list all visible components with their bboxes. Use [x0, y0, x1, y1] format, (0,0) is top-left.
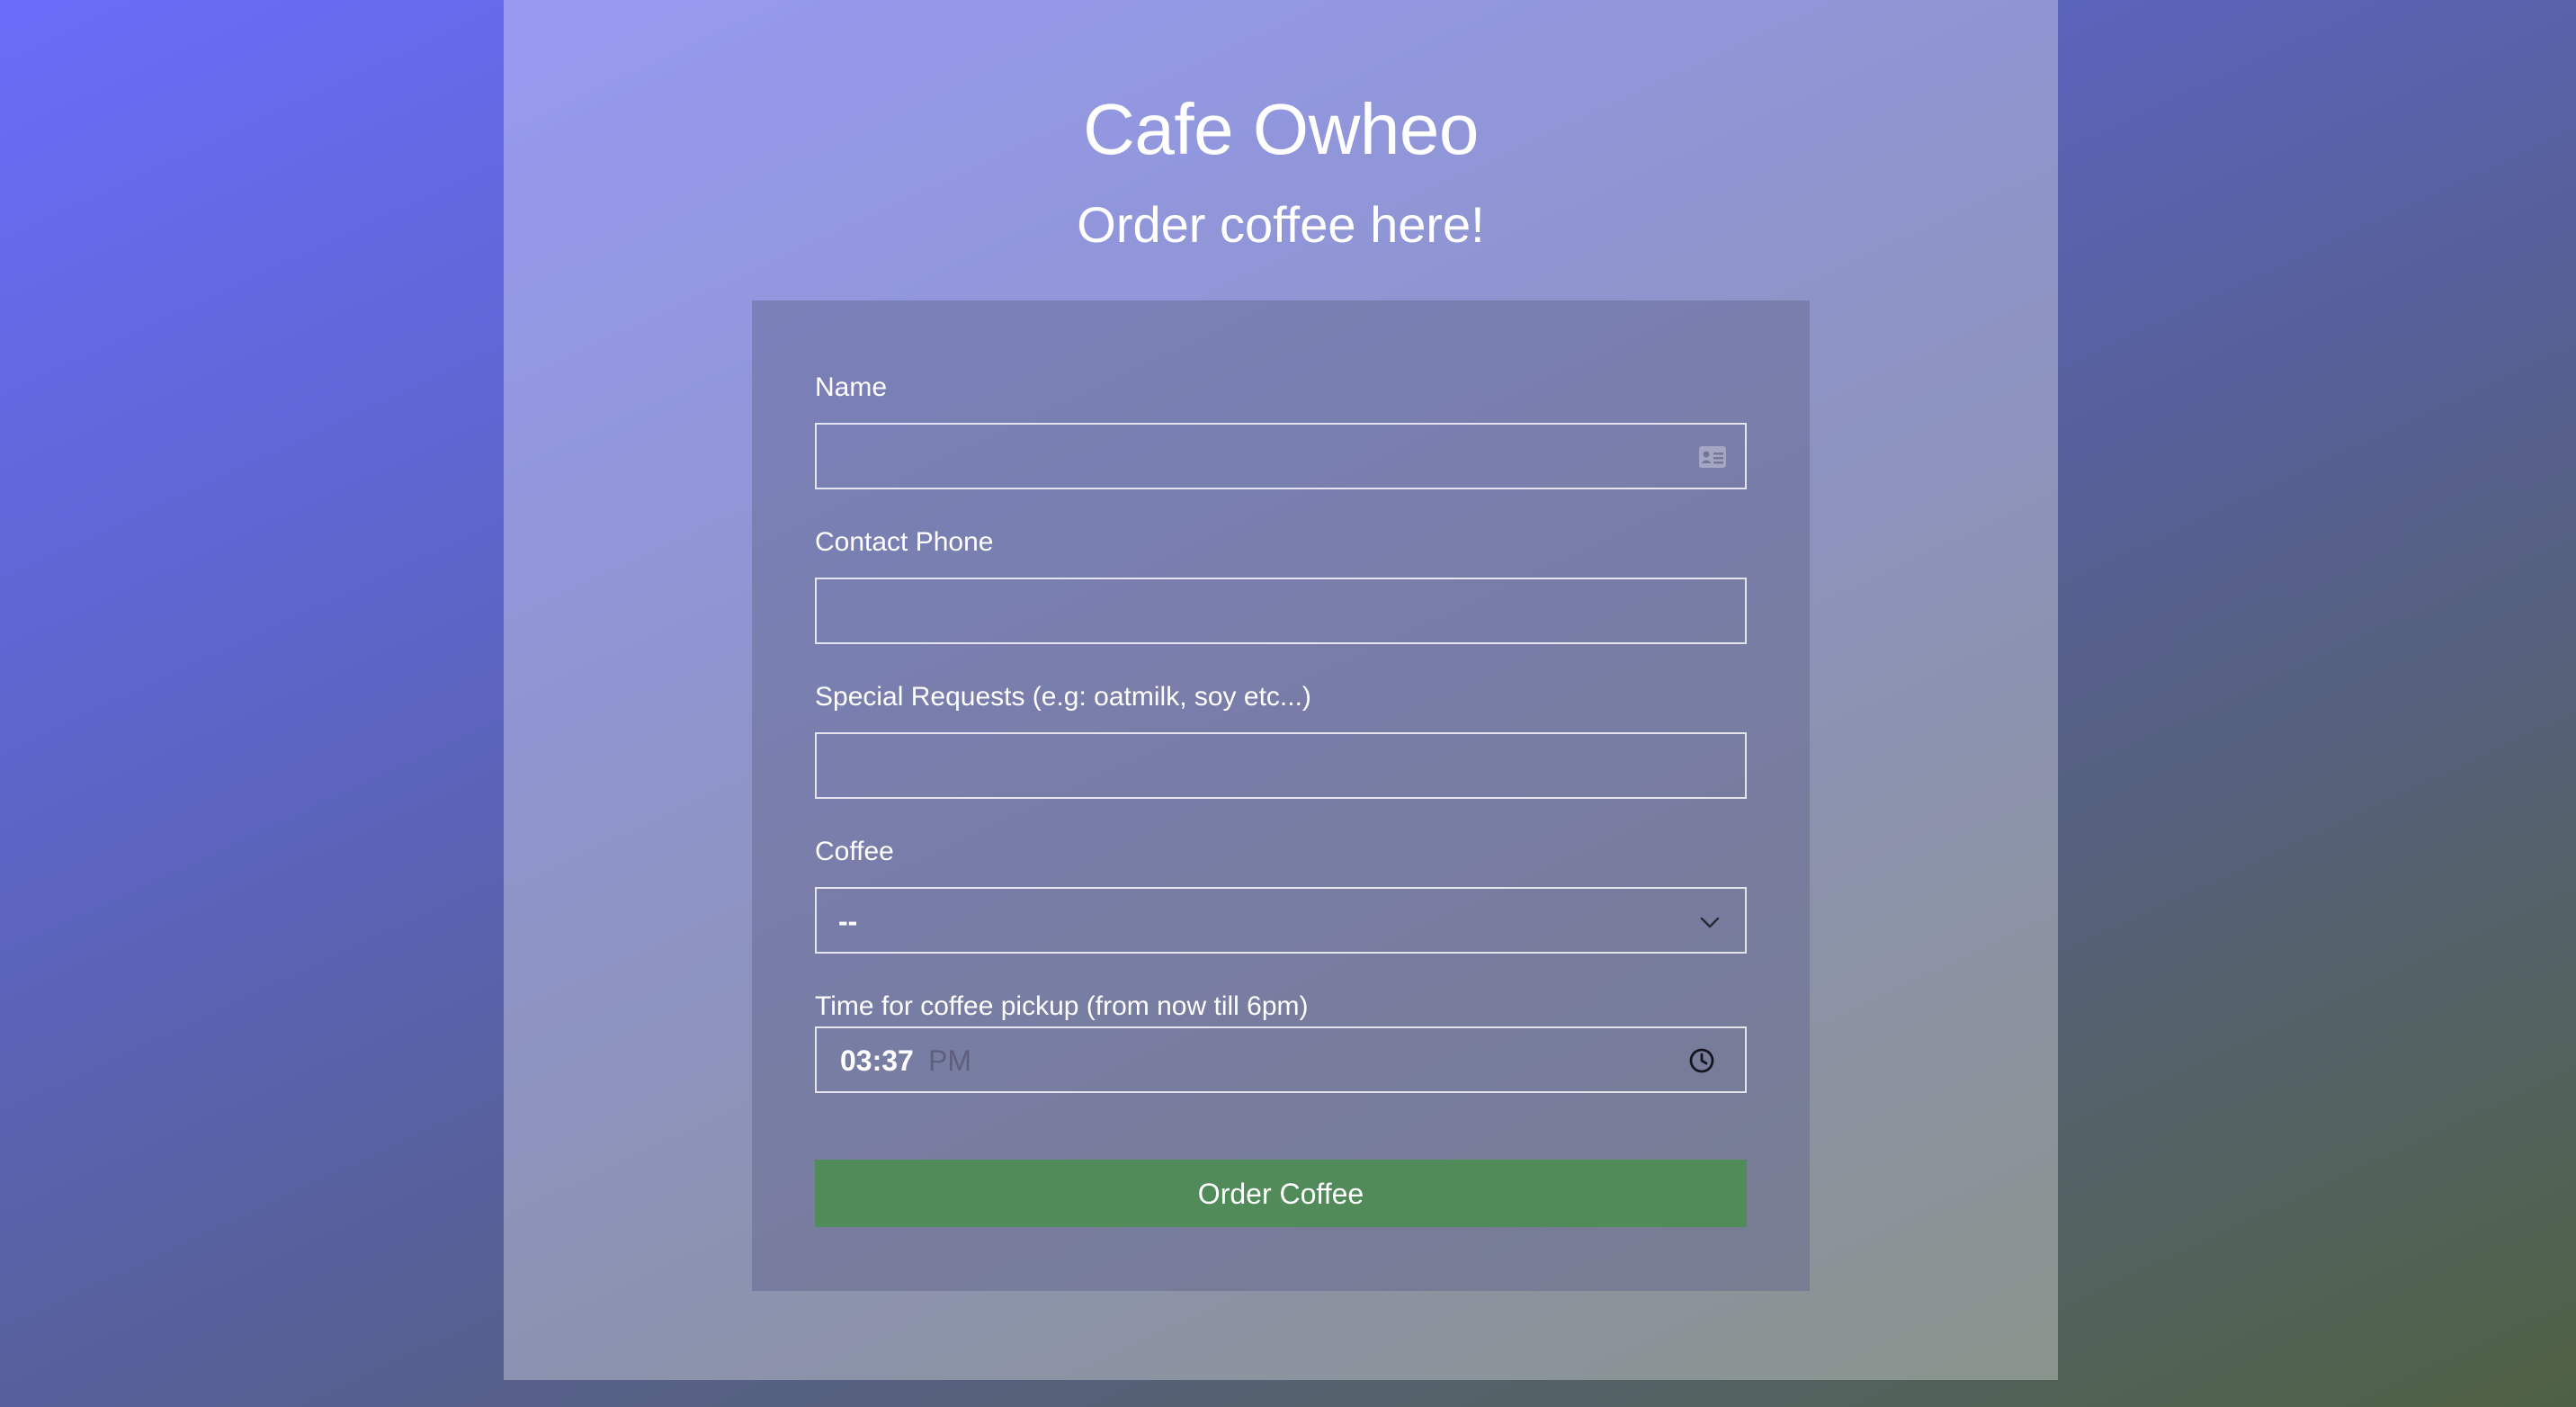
phone-input[interactable]: [817, 579, 1745, 642]
contact-card-icon[interactable]: [1698, 444, 1727, 470]
order-form: Name Contact Phone Special Requests (e.g…: [752, 300, 1810, 1291]
clock-icon[interactable]: [1687, 1046, 1716, 1075]
time-value[interactable]: 03:37: [840, 1046, 914, 1075]
phone-label: Contact Phone: [815, 527, 994, 557]
pickup-time-field[interactable]: 03:37 PM: [815, 1026, 1747, 1093]
chevron-down-icon: [1700, 917, 1720, 928]
page-title: Cafe Owheo: [1083, 89, 1479, 169]
coffee-selected-value: --: [838, 905, 858, 937]
phone-field[interactable]: [815, 578, 1747, 644]
page-subtitle: Order coffee here!: [1077, 196, 1485, 253]
name-input[interactable]: [817, 425, 1745, 488]
name-field[interactable]: [815, 423, 1747, 489]
order-coffee-button[interactable]: Order Coffee: [815, 1160, 1747, 1227]
time-period[interactable]: PM: [928, 1046, 971, 1075]
pickup-time-label: Time for coffee pickup (from now till 6p…: [815, 991, 1309, 1021]
content-panel: Cafe Owheo Order coffee here! Name Conta…: [504, 0, 2058, 1380]
coffee-label: Coffee: [815, 837, 894, 866]
requests-label: Special Requests (e.g: oatmilk, soy etc.…: [815, 682, 1311, 712]
requests-field[interactable]: [815, 732, 1747, 799]
requests-input[interactable]: [817, 734, 1745, 797]
coffee-select[interactable]: --: [815, 887, 1747, 954]
name-label: Name: [815, 372, 888, 402]
